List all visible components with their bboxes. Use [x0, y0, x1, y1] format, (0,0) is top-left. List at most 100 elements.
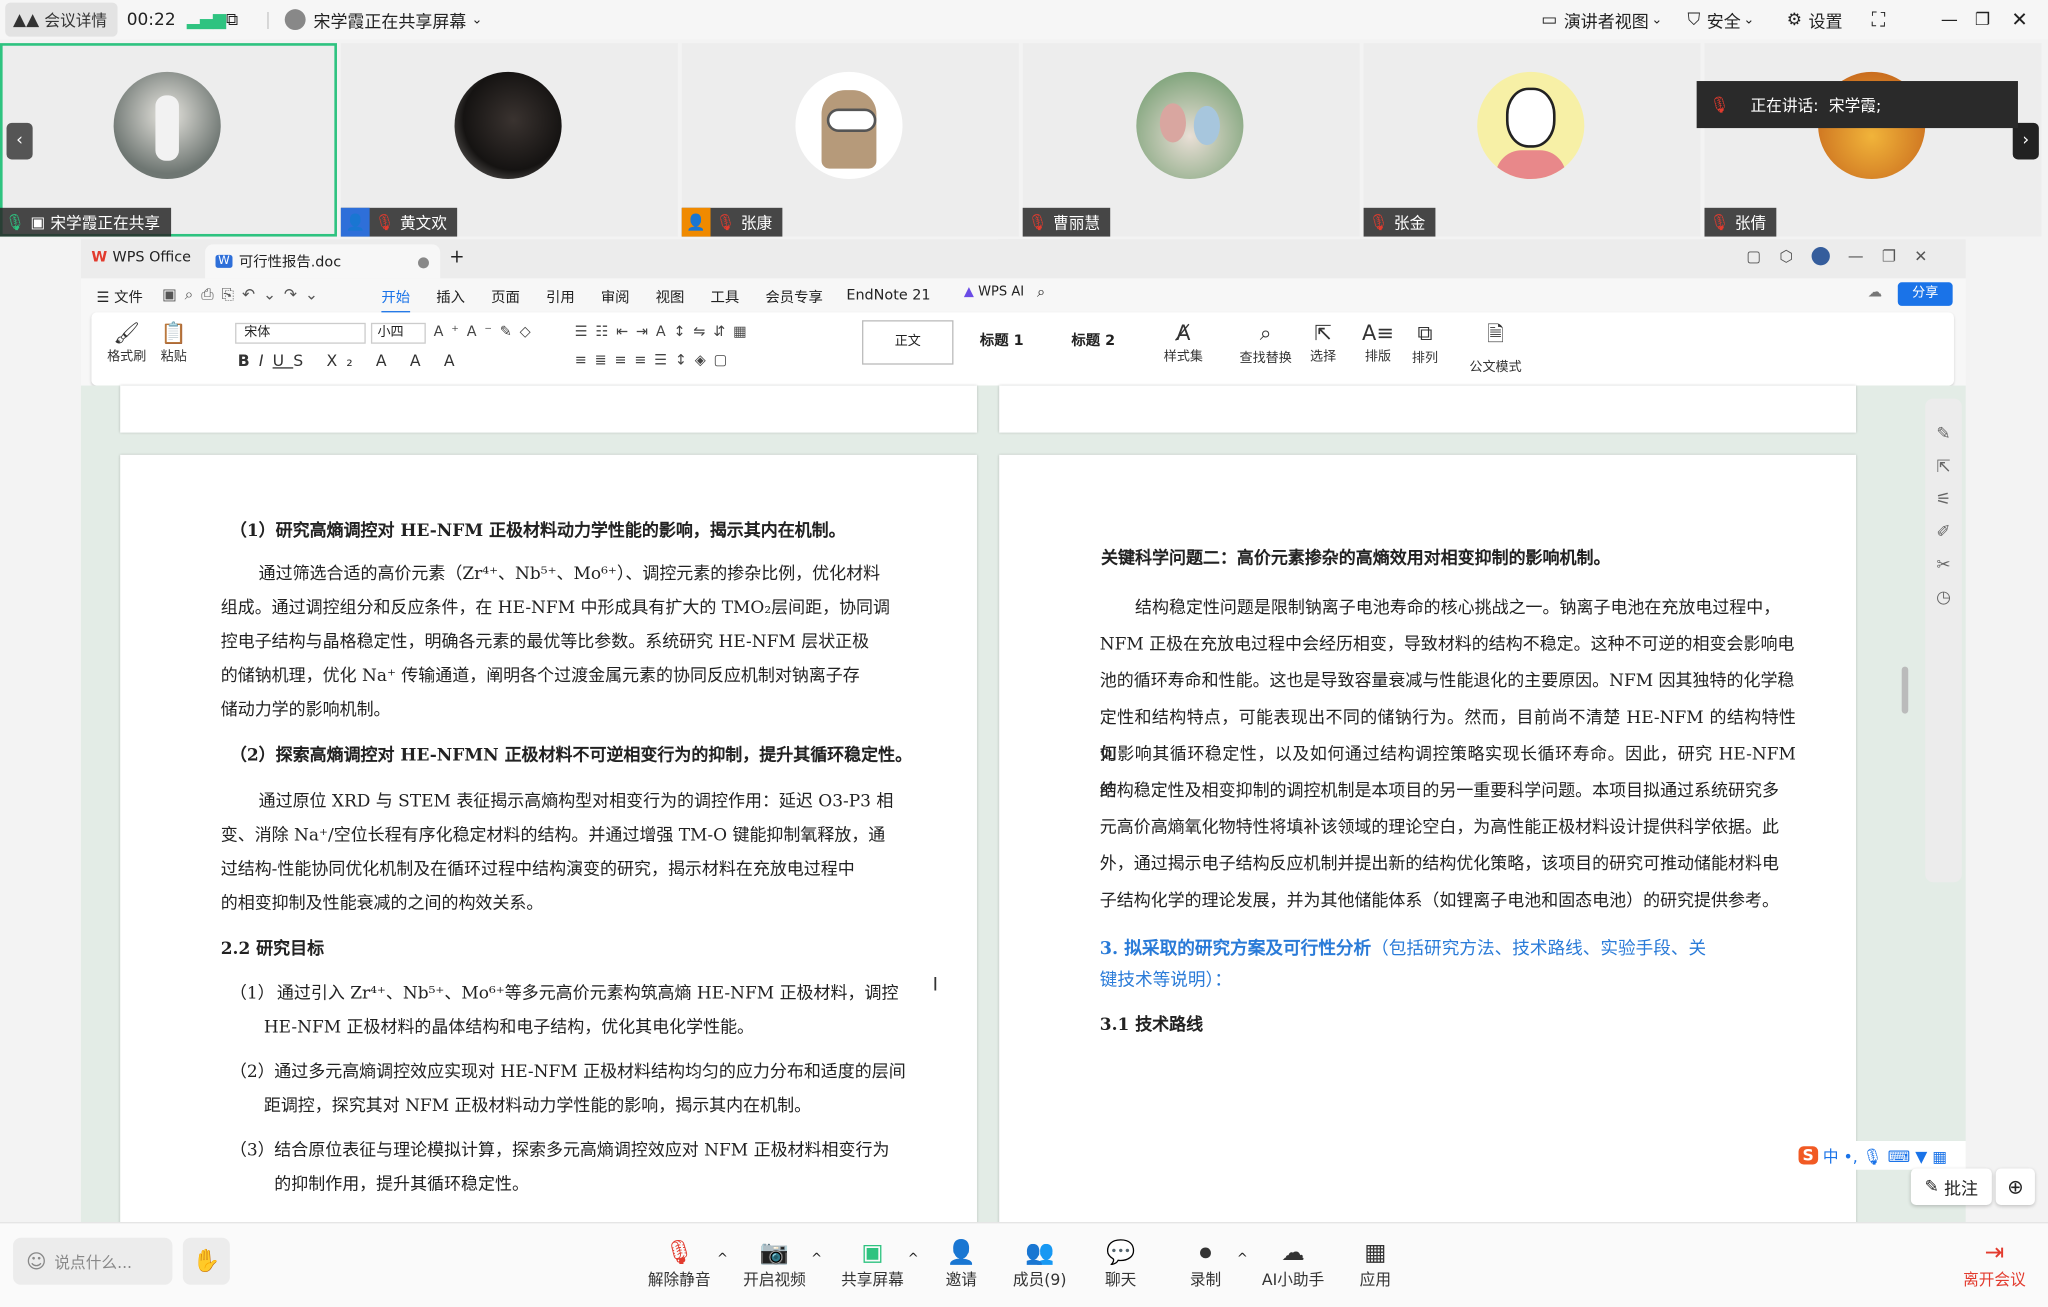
ime-toolbar[interactable]: S 中 •, 🎙 ⌨ ▼ ▦	[1793, 1141, 1966, 1170]
chevron-up-icon[interactable]: ^	[717, 1252, 728, 1266]
tools-icon[interactable]: ✂	[1925, 555, 1962, 575]
style-set-button[interactable]: A̸ 样式集	[1157, 320, 1209, 364]
pen-icon[interactable]: ✎	[1925, 425, 1962, 445]
find-replace-button[interactable]: ⌕ 查找替换	[1233, 320, 1298, 366]
menu-tab-member[interactable]: 会员专享	[765, 286, 822, 307]
security-button[interactable]: ⛉ 安全 ⌄	[1688, 0, 1755, 39]
doc-tab[interactable]: W 可行性报告.doc ●	[205, 244, 441, 279]
pointer-icon[interactable]: ⇱	[1925, 457, 1962, 477]
style-normal[interactable]: 正文	[862, 320, 954, 365]
participant-tile[interactable]: 🎙 张金	[1363, 43, 1701, 237]
font-size-buttons[interactable]: A⁺A⁻✎◇	[434, 323, 539, 340]
menu-tab-review[interactable]: 审阅	[601, 286, 630, 307]
restore-icon[interactable]: ❐	[1975, 0, 1990, 39]
wps-ai-button[interactable]: ▲ WPS AI	[964, 285, 1024, 299]
history-icon[interactable]: ◷	[1925, 588, 1962, 608]
participant-name-tag: 🎙 ▣ 宋学霞正在共享	[0, 207, 171, 237]
format-painter-button[interactable]: 🖌 格式刷	[104, 320, 148, 364]
minimize-icon[interactable]: —	[1848, 247, 1864, 265]
wps-app-tab[interactable]: W WPS Office	[91, 248, 191, 265]
prev-page-right	[999, 385, 1856, 433]
exit-icon: ⇥	[1984, 1239, 2005, 1267]
document-page-left[interactable]: （1）研究高熵调控对 HE-NFM 正极材料动力学性能的影响，揭示其内在机制。 …	[120, 454, 977, 1240]
document-page-right[interactable]: 关键科学问题二：高价元素掺杂的高熵效用对相变抑制的影响机制。 结构稳定性问题是限…	[999, 454, 1856, 1240]
style-heading-2[interactable]: 标题 2	[1050, 320, 1136, 364]
record-button[interactable]: ⏺ 录制	[1166, 1239, 1244, 1290]
popout-icon[interactable]: ⧉	[226, 0, 238, 39]
edit-doc-icon[interactable]: ✐	[1925, 523, 1962, 543]
menu-tab-view[interactable]: 视图	[656, 286, 685, 307]
mic-muted-icon: 🎙	[1709, 213, 1730, 232]
paste-button[interactable]: 📋 粘贴	[152, 320, 196, 364]
font-format-icons[interactable]: BIUS X₂ A A A	[238, 352, 464, 370]
leave-meeting-button[interactable]: ⇥ 离开会议	[1955, 1239, 2033, 1290]
menu-tab-references[interactable]: 引用	[546, 286, 575, 307]
participant-tile[interactable]: 🎙 ▣ 宋学霞正在共享	[0, 43, 337, 237]
layout-icon[interactable]: ▢	[1746, 247, 1761, 265]
paragraph-icons-bottom[interactable]: ≡≣≡≡☰↕◈▢	[575, 352, 735, 369]
divider: |	[265, 9, 271, 30]
paragraph-line: 元高价高熵氧化物特性将填补该领域的理论空白，为高性能正极材料设计提供科学依据。此	[1099, 818, 1779, 838]
zoom-in-icon[interactable]: ⊕	[1995, 1168, 2035, 1206]
fullscreen-icon[interactable]: ⛶	[1872, 0, 1886, 39]
arrange-icon: ⧉	[1417, 320, 1433, 346]
share-screen-button[interactable]: ▣ 共享屏幕	[833, 1239, 911, 1290]
raise-hand-icon[interactable]: ✋	[182, 1237, 230, 1285]
participant-tile[interactable]: 👤 🎙 张康	[681, 43, 1019, 237]
cloud-icon[interactable]: ☁	[1868, 284, 1882, 301]
menu-tab-endnote[interactable]: EndNote 21	[846, 286, 930, 303]
invite-button[interactable]: 👤 邀请	[922, 1239, 1000, 1290]
chat-button[interactable]: 💬 聊天	[1081, 1239, 1159, 1290]
ai-assistant-button[interactable]: ☁ AI小助手	[1254, 1239, 1332, 1290]
arrange-label: 排列	[1411, 351, 1439, 366]
chevron-down-icon: ⌄	[1651, 12, 1663, 27]
settings-button[interactable]: ⚙ 设置	[1787, 0, 1843, 39]
layout-button[interactable]: A≡ 排版	[1358, 320, 1397, 364]
style-heading-1[interactable]: 标题 1	[959, 320, 1045, 364]
presenter-view-button[interactable]: ▭ 演讲者视图 ⌄	[1541, 0, 1662, 39]
quick-access-icons[interactable]: ▣⌕⎙⎘↶⌄↷⌄	[162, 285, 326, 305]
next-page-icon[interactable]: ›	[2012, 122, 2039, 160]
apps-button[interactable]: ▦ 应用	[1336, 1239, 1414, 1290]
annotate-button[interactable]: ✎ 批注	[1910, 1168, 1992, 1206]
user-avatar-icon[interactable]	[1811, 247, 1830, 266]
tab-close-icon[interactable]: ●	[417, 253, 430, 270]
arrange-button[interactable]: ⧉ 排列	[1403, 320, 1447, 366]
start-video-button[interactable]: 📷 开启视频	[735, 1239, 813, 1290]
meeting-details-button[interactable]: ▲▲ 会议详情	[5, 2, 118, 37]
vertical-scrollbar[interactable]	[1896, 386, 1914, 1222]
menu-tab-insert[interactable]: 插入	[436, 286, 465, 307]
restore-icon[interactable]: ❐	[1882, 247, 1896, 265]
share-button[interactable]: 分享	[1897, 282, 1953, 306]
select-button[interactable]: ⇱ 选择	[1301, 320, 1345, 364]
close-icon[interactable]: ✕	[2011, 0, 2027, 39]
menu-tab-home[interactable]: 开始	[381, 286, 411, 314]
menu-tab-tools[interactable]: 工具	[711, 286, 740, 307]
members-button[interactable]: 👥 成员(9)	[1000, 1239, 1078, 1290]
chevron-up-icon[interactable]: ^	[1237, 1252, 1248, 1266]
prev-page-icon[interactable]: ‹	[6, 122, 33, 160]
participant-tile[interactable]: 🎙 曹丽慧	[1022, 43, 1360, 237]
unmute-button[interactable]: 🎙 解除静音	[640, 1239, 718, 1290]
new-tab-icon[interactable]: +	[449, 247, 464, 268]
menu-file[interactable]: ☰ 文件	[97, 286, 143, 307]
sharing-status-dropdown[interactable]: 宋学霞正在共享屏幕 ⌄	[284, 0, 482, 39]
font-name-select[interactable]: 宋体	[235, 322, 366, 344]
settings-label: 设置	[1808, 12, 1843, 33]
participant-tile[interactable]: 🎙 张倩	[1704, 43, 2042, 237]
menu-tab-page[interactable]: 页面	[491, 286, 520, 307]
start-video-label: 开启视频	[743, 1270, 806, 1289]
participant-tile[interactable]: 👤 🎙 黄文欢	[340, 43, 678, 237]
close-icon[interactable]: ✕	[1914, 247, 1927, 265]
paragraph-icons-top[interactable]: ☰☷⇤⇥A↕⇋⇵▦	[575, 323, 755, 340]
chat-input[interactable]: ☺ 说点什么...	[13, 1237, 173, 1285]
chevron-up-icon[interactable]: ^	[908, 1252, 919, 1266]
adjust-icon[interactable]: ⚟	[1925, 490, 1962, 510]
search-icon[interactable]: ⌕	[1037, 284, 1045, 302]
cube-icon[interactable]: ⬡	[1779, 247, 1793, 265]
participant-name-tag: 🎙 张金	[1363, 207, 1436, 237]
minimize-icon[interactable]: —	[1941, 0, 1958, 39]
doc-mode-button[interactable]: 🗎 公文模式	[1463, 320, 1528, 376]
chevron-up-icon[interactable]: ^	[811, 1252, 822, 1266]
font-size-select[interactable]: 小四	[370, 322, 426, 344]
